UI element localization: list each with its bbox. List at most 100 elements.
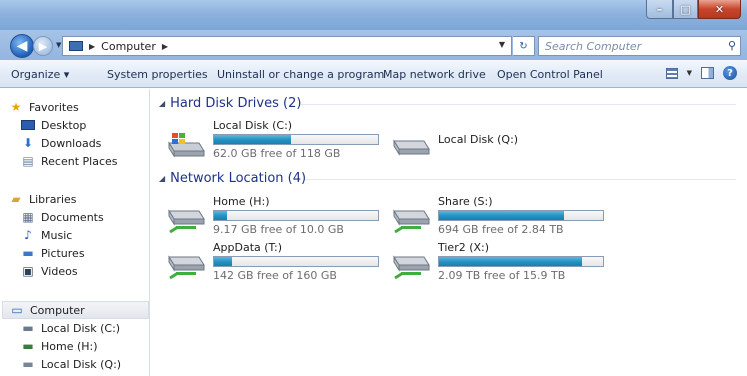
network-drive-icon: [393, 209, 430, 234]
group-hdd-label: Hard Disk Drives (2): [170, 96, 302, 111]
nav-computer[interactable]: ▭ Computer: [2, 301, 149, 319]
view-controls: ▼ ?: [665, 66, 737, 80]
group-divider: [301, 104, 736, 105]
map-network-drive-button[interactable]: Map network drive: [383, 68, 486, 81]
address-field[interactable]: ▶ Computer ▶ ▼: [62, 36, 512, 56]
help-icon[interactable]: ?: [723, 66, 737, 80]
view-dropdown-icon[interactable]: ▼: [687, 69, 692, 77]
collapse-icon[interactable]: ◢: [159, 99, 165, 108]
capacity-bar: [213, 134, 379, 145]
desktop-icon: [20, 118, 36, 132]
drive-local-q[interactable]: Local Disk (Q:): [391, 117, 591, 163]
collapse-icon[interactable]: ◢: [159, 174, 165, 183]
group-network-location[interactable]: ◢ Network Location (4): [159, 171, 306, 186]
network-drive-icon: [168, 209, 205, 234]
address-toolbar: ◀ ▶ ▼ ▶ Computer ▶ ▼ ↻ Search Computer ⚲: [0, 30, 747, 60]
organize-button[interactable]: Organize ▾: [11, 68, 69, 81]
window-controls: – □ ✕: [646, 0, 741, 20]
nav-videos-label: Videos: [41, 264, 78, 278]
pictures-icon: ▬: [22, 246, 34, 260]
search-icon[interactable]: ⚲: [728, 39, 736, 52]
nav-libraries-label: Libraries: [29, 192, 77, 206]
music-icon: ♪: [24, 228, 32, 242]
group-hard-disk-drives[interactable]: ◢ Hard Disk Drives (2): [159, 96, 301, 111]
network-drive-icon: [393, 255, 430, 280]
group-divider: [305, 179, 736, 180]
nav-desktop-label: Desktop: [41, 118, 87, 132]
drive-name: AppData (T:): [213, 241, 283, 254]
recent-pages-dropdown-icon[interactable]: ▼: [56, 41, 61, 49]
drive-free-space: 142 GB free of 160 GB: [213, 269, 337, 282]
drive-free-space: 694 GB free of 2.84 TB: [438, 223, 564, 236]
nav-local-q-label: Local Disk (Q:): [41, 357, 122, 371]
system-properties-button[interactable]: System properties: [107, 68, 208, 81]
preview-pane-icon[interactable]: [701, 67, 714, 79]
uninstall-program-button[interactable]: Uninstall or change a program: [217, 68, 384, 81]
breadcrumb-chevron-icon[interactable]: ▶: [162, 42, 168, 51]
capacity-bar-fill: [439, 257, 582, 266]
drive-name: Home (H:): [213, 195, 270, 208]
capacity-bar: [213, 210, 379, 221]
drive-name: Local Disk (C:): [213, 119, 293, 132]
close-button[interactable]: ✕: [698, 0, 741, 19]
drive-tier2-x[interactable]: Tier2 (X:) 2.09 TB free of 15.9 TB: [391, 239, 611, 285]
nav-recent-places[interactable]: ▤ Recent Places: [20, 152, 117, 170]
refresh-button[interactable]: ↻: [513, 36, 535, 56]
open-control-panel-button[interactable]: Open Control Panel: [497, 68, 603, 81]
nav-local-disk-q[interactable]: ▬ Local Disk (Q:): [20, 355, 121, 373]
network-drive-icon: ▬: [22, 339, 34, 353]
minimize-button[interactable]: –: [646, 0, 673, 19]
title-bar: – □ ✕: [0, 0, 747, 30]
nav-home-h[interactable]: ▬ Home (H:): [20, 337, 98, 355]
drive-name: Local Disk (Q:): [438, 133, 519, 146]
content-pane: ◢ Hard Disk Drives (2) Local Disk (C:) 6…: [151, 89, 747, 376]
command-bar: Organize ▾ System properties Uninstall o…: [0, 60, 747, 88]
drive-q-icon: ▬: [22, 357, 34, 371]
address-dropdown-icon[interactable]: ▼: [499, 40, 505, 49]
star-icon: ★: [10, 100, 22, 114]
drive-appdata-t[interactable]: AppData (T:) 142 GB free of 160 GB: [166, 239, 386, 285]
nav-music[interactable]: ♪ Music: [20, 226, 72, 244]
breadcrumb-chevron-icon[interactable]: ▶: [89, 42, 95, 51]
nav-computer-label: Computer: [30, 303, 85, 317]
nav-pictures[interactable]: ▬ Pictures: [20, 244, 85, 262]
forward-button[interactable]: ▶: [33, 36, 53, 56]
nav-music-label: Music: [41, 228, 73, 242]
capacity-bar: [213, 256, 379, 267]
libraries-icon: ▰: [11, 192, 21, 206]
nav-favorites[interactable]: ★ Favorites: [8, 98, 79, 116]
drive-name: Share (S:): [438, 195, 493, 208]
nav-downloads[interactable]: ⬇ Downloads: [20, 134, 101, 152]
nav-desktop[interactable]: Desktop: [20, 116, 86, 134]
computer-icon: [69, 41, 83, 51]
recent-places-icon: ▤: [22, 154, 34, 168]
nav-documents[interactable]: ▦ Documents: [20, 208, 103, 226]
windows-drive-icon: [168, 133, 205, 158]
nav-libraries[interactable]: ▰ Libraries: [8, 190, 77, 208]
back-button[interactable]: ◀: [10, 34, 34, 58]
nav-videos[interactable]: ▣ Videos: [20, 262, 78, 280]
drive-c-icon: ▬: [22, 321, 34, 335]
documents-icon: ▦: [22, 210, 34, 224]
group-net-label: Network Location (4): [170, 171, 307, 186]
breadcrumb-computer[interactable]: Computer: [101, 40, 156, 53]
nav-local-disk-c[interactable]: ▬ Local Disk (C:): [20, 319, 120, 337]
navigation-pane: ★ Favorites Desktop ⬇ Downloads ▤ Recent…: [0, 89, 150, 376]
videos-icon: ▣: [22, 264, 34, 278]
drive-free-space: 2.09 TB free of 15.9 TB: [438, 269, 566, 282]
computer-icon: ▭: [11, 303, 23, 317]
drive-share-s[interactable]: Share (S:) 694 GB free of 2.84 TB: [391, 193, 611, 239]
capacity-bar: [438, 256, 604, 267]
nav-favorites-label: Favorites: [29, 100, 79, 114]
capacity-bar: [438, 210, 604, 221]
drive-home-h[interactable]: Home (H:) 9.17 GB free of 10.0 GB: [166, 193, 386, 239]
drive-name: Tier2 (X:): [438, 241, 490, 254]
change-view-icon[interactable]: [665, 67, 678, 79]
search-input[interactable]: Search Computer ⚲: [538, 36, 741, 56]
maximize-button[interactable]: □: [673, 0, 698, 19]
nav-home-h-label: Home (H:): [41, 339, 98, 353]
nav-downloads-label: Downloads: [41, 136, 102, 150]
drive-local-c[interactable]: Local Disk (C:) 62.0 GB free of 118 GB: [166, 117, 386, 163]
nav-pictures-label: Pictures: [41, 246, 85, 260]
capacity-bar-fill: [214, 135, 292, 144]
